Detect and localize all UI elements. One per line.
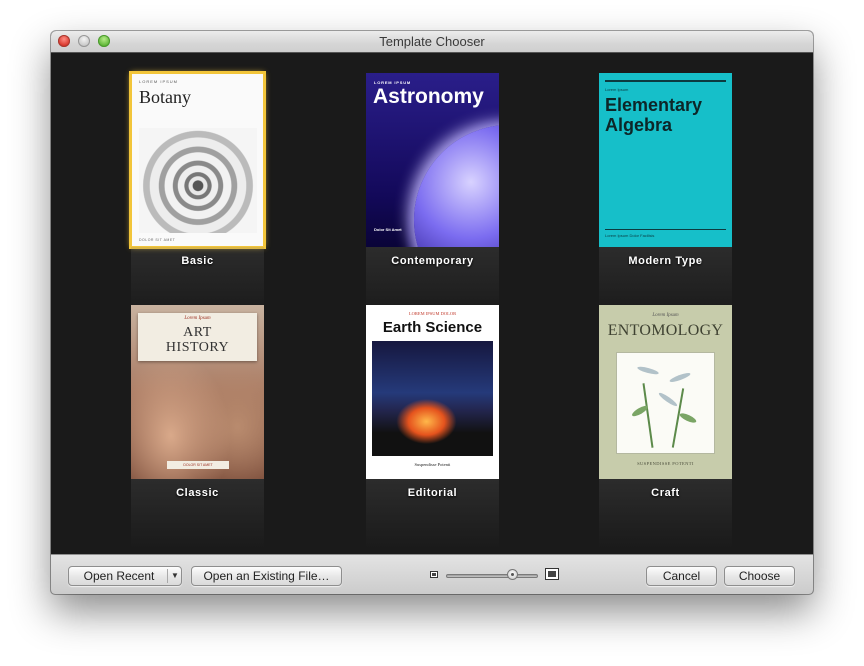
template-name: Craft [651,487,680,499]
cover-kicker: Lorem Ipsum [184,316,211,321]
cover-title: Botany [139,87,191,107]
cover-title-line2: Algebra [605,115,673,135]
template-cover-earth-science[interactable]: LOREM IPSUM DOLOR Earth Science Suspendi… [366,305,499,479]
zoom-slider-track[interactable] [446,574,538,578]
cover-kicker: LOREM IPSUM DOLOR [408,311,457,316]
zoom-in-large-thumbnail-icon[interactable] [545,568,559,580]
minimize-window-icon[interactable] [78,35,90,47]
template-name: Editorial [407,487,458,499]
open-existing-file-button[interactable]: Open an Existing File… [191,566,342,586]
cover-title: Elementary Algebra [605,95,702,135]
template-grid: LOREM IPSUM Botany DOLOR SIT AMET Basic … [51,53,813,554]
template-name: Classic [176,487,219,499]
cover-footer: Dolor Sit Amet [374,227,402,232]
cover-kicker: LOREM IPSUM [139,79,179,84]
template-cover-entomology[interactable]: Lorem Ipsum ENTOMOLOGY SUSPENDISSE POTEN… [599,305,732,479]
cover-rule [605,229,726,230]
cancel-button[interactable]: Cancel [646,566,717,586]
cover-footer: Lorem Ipsum Dolor Facilisis [605,233,655,238]
zoom-slider-knob[interactable] [506,569,518,580]
cover-title-line1: Elementary [605,95,703,115]
dahlia-flower-image [139,128,257,233]
cover-footer: DOLOR SIT AMET [139,238,176,242]
cover-kicker: Lorem Ipsum [605,87,629,92]
bottom-toolbar: Open Recent ▼ Open an Existing File… Can… [51,554,813,594]
dragonfly-wing [657,391,679,408]
zoom-out-small-thumbnail-icon[interactable] [430,571,438,578]
dragonfly-wing [636,365,660,376]
cover-title: Earth Science [382,319,483,336]
template-name: Basic [181,255,214,267]
cover-footer: DOLOR SIT AMET [167,461,229,469]
cover-title: Astronomy [373,85,484,108]
template-name: Modern Type [628,255,703,267]
volcano-image [372,341,493,456]
cover-title: ENTOMOLOGY [607,322,724,339]
popup-separator [167,569,168,583]
cover-title-line1: ART [183,325,212,340]
close-window-icon[interactable] [58,35,70,47]
plant-leaf [678,411,698,425]
template-cover-astronomy[interactable]: LOREM IPSUM Astronomy Dolor Sit Amet [366,73,499,247]
template-chooser-window: Template Chooser LOREM IPSUM Botany DOLO… [51,31,813,594]
zoom-window-icon[interactable] [98,35,110,47]
chevron-down-icon: ▼ [171,571,179,580]
open-recent-label: Open Recent [83,569,155,583]
choose-button[interactable]: Choose [724,566,795,586]
cover-title-panel: Lorem Ipsum ART HISTORY [138,313,257,361]
window-title: Template Chooser [379,34,485,49]
template-cover-art-history[interactable]: Lorem Ipsum ART HISTORY DOLOR SIT AMET [131,305,264,479]
cover-footer: Suspendisse Potenti [414,462,451,467]
cover-rule [605,80,726,82]
cover-title-line2: HISTORY [165,340,230,355]
plant-stem [642,383,654,448]
planet-image [414,125,499,247]
cover-kicker: Lorem Ipsum [652,313,679,318]
dragonfly-wing [668,371,692,384]
cover-footer: SUSPENDISSE POTENTI [637,461,694,466]
template-cover-botany[interactable]: LOREM IPSUM Botany DOLOR SIT AMET [129,71,266,249]
open-recent-popup-button[interactable]: Open Recent ▼ [68,566,182,586]
title-bar[interactable]: Template Chooser [51,31,813,53]
template-name: Contemporary [391,255,474,267]
template-cover-algebra[interactable]: Lorem Ipsum Elementary Algebra Lorem Ips… [599,73,732,247]
dragonfly-illustration [617,353,714,453]
cover-title: ART HISTORY [138,325,257,355]
